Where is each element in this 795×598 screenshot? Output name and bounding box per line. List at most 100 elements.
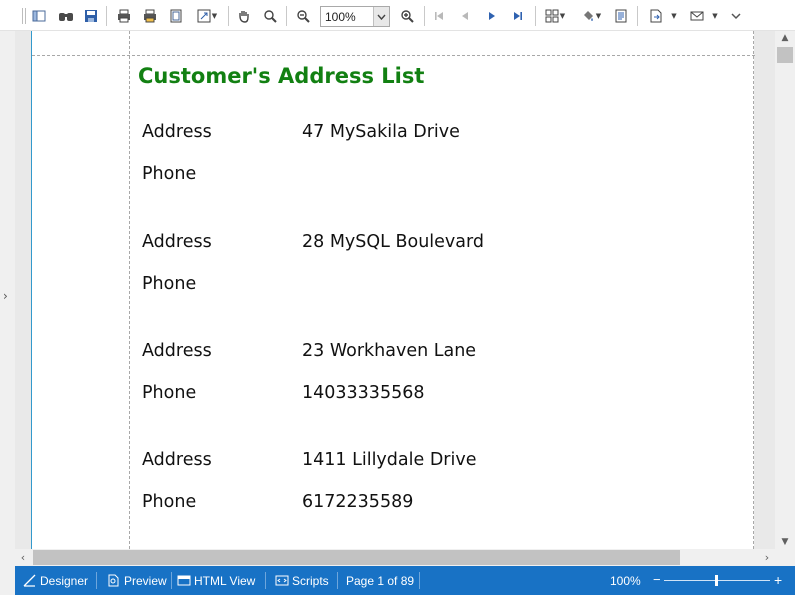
paint-bucket-icon (583, 11, 593, 21)
vertical-scrollbar[interactable]: ▲ ▼ (775, 31, 795, 549)
horizontal-scrollbar[interactable]: ‹ › (15, 549, 775, 566)
multiple-pages-icon (545, 9, 559, 23)
toolbar: ▼ 100% ▼ ▼ ▼ ▼ (0, 0, 795, 31)
vertical-scroll-thumb[interactable] (777, 47, 793, 63)
report-viewer-window: ▼ 100% ▼ ▼ ▼ ▼ › Customer's Address List… (0, 0, 795, 598)
designer-icon (23, 574, 36, 587)
chevron-down-icon: ▼ (595, 12, 602, 20)
find-icon[interactable] (56, 6, 76, 26)
toolbar-separator (228, 6, 229, 26)
toolbar-separator (286, 6, 287, 26)
more-options-icon[interactable] (726, 6, 746, 26)
hand-tool-icon[interactable] (234, 6, 254, 26)
scripts-icon (275, 574, 289, 587)
zoom-out-icon[interactable] (293, 6, 313, 26)
address-label: Address (142, 232, 212, 252)
page-margin-guide (32, 55, 755, 56)
send-email-dropdown[interactable]: ▼ (686, 6, 722, 26)
email-icon (690, 11, 704, 21)
toolbar-separator (106, 6, 107, 26)
chevron-down-icon[interactable] (373, 7, 389, 26)
scroll-down-icon[interactable]: ▼ (775, 535, 795, 549)
report-page: Customer's Address List Address 47 MySak… (31, 31, 755, 549)
status-zoom-label: 100% (610, 573, 641, 588)
preview-icon (107, 574, 120, 587)
scale-dropdown[interactable]: ▼ (194, 6, 220, 26)
toolbar-separator (424, 6, 425, 26)
phone-label: Phone (142, 164, 197, 184)
export-dropdown[interactable]: ▼ (645, 6, 681, 26)
scripts-tab[interactable]: Scripts (275, 566, 329, 595)
zoom-plus-icon[interactable]: + (774, 572, 782, 588)
chevron-right-icon[interactable]: › (3, 289, 8, 303)
address-value: 23 Workhaven Lane (302, 341, 477, 361)
toolbar-grip (22, 8, 23, 24)
toolbar-separator (535, 6, 536, 26)
page-setup-icon[interactable] (166, 6, 186, 26)
page-info-label: Page 1 of 89 (346, 573, 415, 588)
status-zoom-value: 100% (610, 566, 641, 595)
status-separator (337, 572, 338, 589)
page-indicator: Page 1 of 89 (346, 566, 414, 595)
designer-tab[interactable]: Designer (23, 566, 88, 595)
address-record: Address 23 Workhaven Lane Phone 14033335… (142, 341, 702, 441)
scrollbar-corner (775, 549, 795, 566)
toggle-panel-icon[interactable] (29, 6, 49, 26)
address-value: 47 MySakila Drive (302, 122, 460, 142)
scroll-left-icon[interactable]: ‹ (15, 549, 31, 566)
watermark-icon[interactable] (611, 6, 631, 26)
phone-label: Phone (142, 492, 197, 512)
page-color-dropdown[interactable]: ▼ (578, 6, 604, 26)
scroll-right-icon[interactable]: › (759, 549, 775, 566)
multiple-pages-dropdown[interactable]: ▼ (542, 6, 568, 26)
page-margin-guide (753, 31, 754, 549)
save-icon[interactable] (81, 6, 101, 26)
quick-print-icon[interactable] (140, 6, 160, 26)
address-record: Address 47 MySakila Drive Phone (142, 122, 702, 222)
status-separator (419, 572, 420, 589)
zoom-in-icon[interactable] (397, 6, 417, 26)
address-label: Address (142, 122, 212, 142)
document-viewport[interactable]: Customer's Address List Address 47 MySak… (15, 31, 775, 549)
status-separator (265, 572, 266, 589)
zoom-minus-icon[interactable]: − (653, 572, 661, 587)
preview-tab[interactable]: Preview (107, 566, 167, 595)
zoom-slider-thumb[interactable] (715, 575, 718, 586)
scroll-up-icon[interactable]: ▲ (775, 31, 795, 45)
phone-label: Phone (142, 274, 197, 294)
preview-label: Preview (124, 573, 167, 588)
html-view-label: HTML View (194, 573, 256, 588)
previous-page-icon[interactable] (455, 6, 475, 26)
first-page-icon[interactable] (429, 6, 449, 26)
export-icon (650, 9, 662, 23)
phone-label: Phone (142, 383, 197, 403)
report-title: Customer's Address List (138, 64, 425, 88)
html-view-tab[interactable]: HTML View (177, 566, 255, 595)
phone-value: 14033335568 (302, 383, 425, 403)
collapsed-side-panel[interactable]: › (0, 31, 15, 566)
zoom-combobox-value: 100% (325, 10, 356, 24)
scripts-label: Scripts (292, 573, 329, 588)
horizontal-scroll-thumb[interactable] (33, 550, 680, 565)
print-icon[interactable] (114, 6, 134, 26)
address-record: Address 28 MySQL Boulevard Phone (142, 232, 702, 332)
html-view-icon (177, 574, 191, 587)
page-margin-guide (129, 31, 130, 549)
address-record: Address 1411 Lillydale Drive Phone 61722… (142, 450, 702, 549)
address-value: 1411 Lillydale Drive (302, 450, 477, 470)
next-page-icon[interactable] (482, 6, 502, 26)
chevron-down-icon: ▼ (671, 12, 677, 20)
scale-icon (197, 9, 211, 23)
magnifier-icon[interactable] (260, 6, 280, 26)
last-page-icon[interactable] (508, 6, 528, 26)
address-label: Address (142, 450, 212, 470)
status-bar: Designer Preview HTML View Scripts Page … (15, 566, 795, 595)
chevron-down-icon: ▼ (559, 12, 566, 20)
toolbar-grip (25, 8, 26, 24)
address-label: Address (142, 341, 212, 361)
status-separator (96, 572, 97, 589)
phone-value: 6172235589 (302, 492, 414, 512)
status-separator (171, 572, 172, 589)
zoom-combobox[interactable]: 100% (320, 6, 390, 27)
designer-label: Designer (40, 573, 89, 588)
